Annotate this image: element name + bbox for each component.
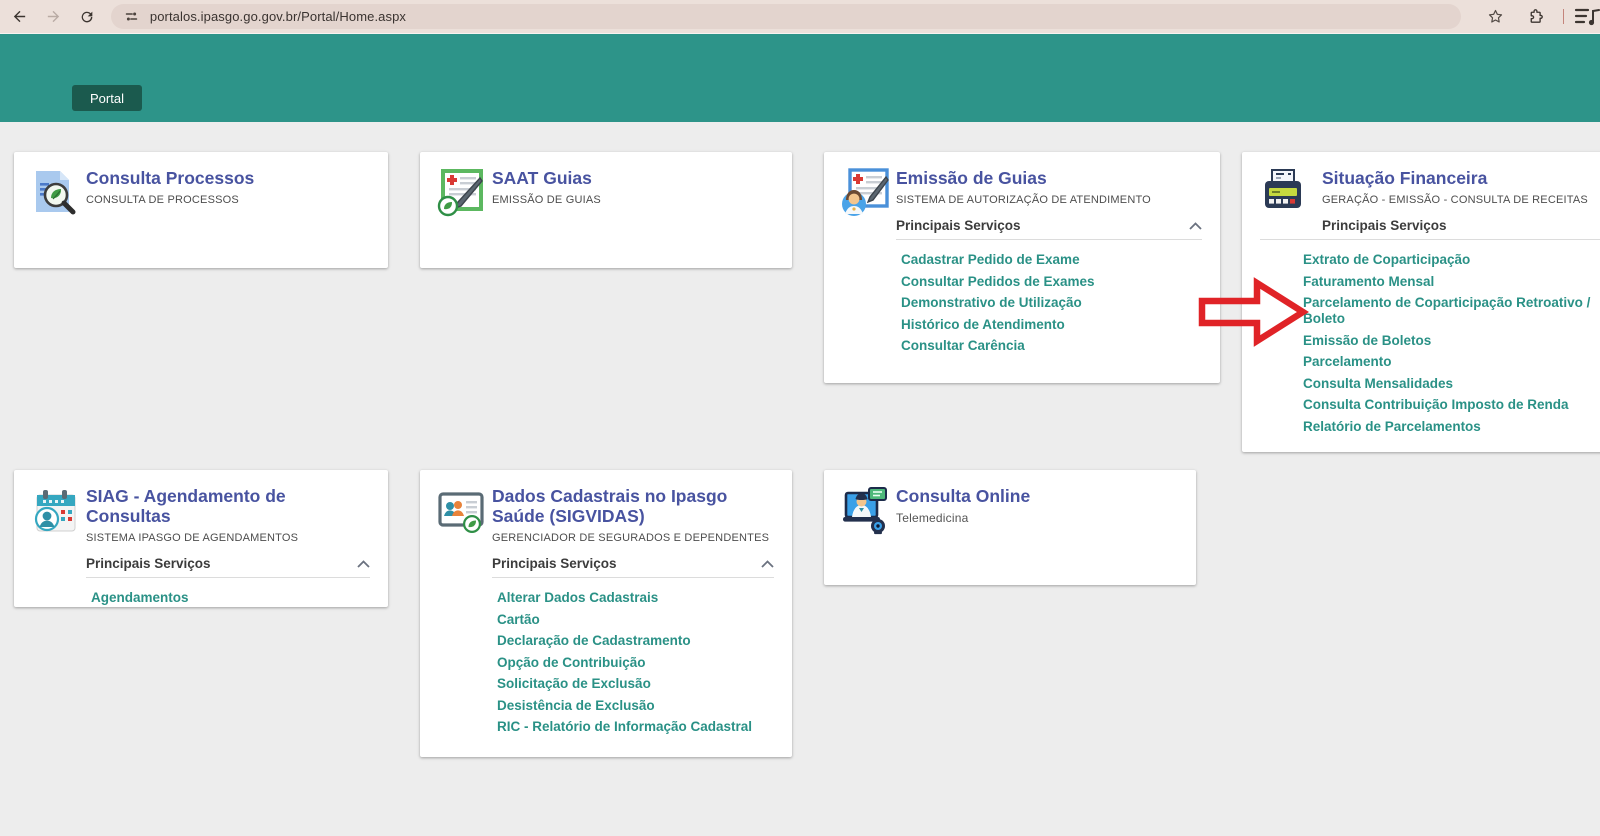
service-link[interactable]: RIC - Relatório de Informação Cadastral — [497, 719, 774, 735]
services-toggle[interactable]: Principais Serviços — [1322, 218, 1600, 233]
services-divider — [492, 577, 774, 578]
service-link[interactable]: Consultar Pedidos de Exames — [901, 274, 1202, 290]
extensions-puzzle-icon[interactable] — [1521, 3, 1549, 31]
reload-icon[interactable] — [73, 3, 101, 31]
bookmark-star-icon[interactable] — [1481, 3, 1509, 31]
card-subtitle: GERAÇÃO - EMISSÃO - CONSULTA DE RECEITAS — [1322, 194, 1600, 206]
card-subtitle: CONSULTA DE PROCESSOS — [86, 194, 370, 206]
list-music-icon[interactable] — [1574, 3, 1600, 31]
card-title: Consulta Processos — [86, 168, 370, 188]
clipboard-pen-icon — [436, 168, 486, 218]
card-emissao-de-guias: Emissão de Guias SISTEMA DE AUTORIZAÇÃO … — [824, 152, 1220, 383]
card-saat-guias: SAAT Guias EMISSÃO DE GUIAS — [420, 152, 792, 268]
card-title: Emissão de Guias — [896, 168, 1202, 188]
card-title: Situação Financeira — [1322, 168, 1600, 188]
card-title: Dados Cadastrais no Ipasgo Saúde (SIGVID… — [492, 486, 774, 526]
card-subtitle: SISTEMA IPASGO DE AGENDAMENTOS — [86, 532, 370, 544]
card-consulta-online: Consulta Online Telemedicina — [824, 470, 1196, 585]
card-situacao-financeira: Situação Financeira GERAÇÃO - EMISSÃO - … — [1242, 152, 1600, 452]
toolbar-divider — [1563, 9, 1564, 24]
service-link[interactable]: Consulta Contribuição Imposto de Renda — [1303, 397, 1600, 413]
back-icon[interactable] — [6, 3, 34, 31]
services-label: Principais Serviços — [492, 556, 617, 571]
services-toggle[interactable]: Principais Serviços — [896, 218, 1202, 233]
card-subtitle: SISTEMA DE AUTORIZAÇÃO DE ATENDIMENTO — [896, 194, 1202, 206]
receipt-printer-icon — [1258, 168, 1308, 218]
services-list: Agendamentos — [91, 590, 370, 606]
service-link[interactable]: Desistência de Exclusão — [497, 698, 774, 714]
service-link[interactable]: Histórico de Atendimento — [901, 317, 1202, 333]
chevron-up-icon[interactable] — [357, 555, 370, 573]
service-link[interactable]: Consulta Mensalidades — [1303, 376, 1600, 392]
card-subtitle: Telemedicina — [896, 512, 1178, 524]
calendar-person-icon — [30, 486, 80, 536]
services-label: Principais Serviços — [86, 556, 211, 571]
chevron-up-icon[interactable] — [1189, 217, 1202, 235]
services-toggle[interactable]: Principais Serviços — [86, 556, 370, 571]
card-dados-cadastrais: Dados Cadastrais no Ipasgo Saúde (SIGVID… — [420, 470, 792, 757]
card-subtitle: EMISSÃO DE GUIAS — [492, 194, 774, 206]
browser-toolbar: portalos.ipasgo.go.gov.br/Portal/Home.as… — [0, 0, 1600, 33]
service-link[interactable]: Extrato de Coparticipação — [1303, 252, 1600, 268]
address-bar[interactable]: portalos.ipasgo.go.gov.br/Portal/Home.as… — [111, 4, 1461, 29]
service-link[interactable]: Opção de Contribuição — [497, 655, 774, 671]
card-siag-agendamento: SIAG - Agendamento de Consultas SISTEMA … — [14, 470, 388, 607]
services-toggle[interactable]: Principais Serviços — [492, 556, 774, 571]
service-link[interactable]: Parcelamento — [1303, 354, 1600, 370]
services-divider — [86, 577, 370, 578]
card-title: SIAG - Agendamento de Consultas — [86, 486, 370, 526]
services-label: Principais Serviços — [896, 218, 1021, 233]
service-link[interactable]: Alterar Dados Cadastrais — [497, 590, 774, 606]
services-list: Cadastrar Pedido de Exame Consultar Pedid… — [901, 252, 1202, 354]
service-link[interactable]: Cadastrar Pedido de Exame — [901, 252, 1202, 268]
service-link[interactable]: Parcelamento de Coparticipação Retroativ… — [1303, 295, 1600, 327]
nurse-clipboard-icon — [840, 168, 890, 218]
services-list: Extrato de Coparticipação Faturamento Men… — [1303, 252, 1600, 435]
url-text[interactable]: portalos.ipasgo.go.gov.br/Portal/Home.as… — [150, 9, 406, 24]
card-title: SAAT Guias — [492, 168, 774, 188]
page-header-band: Portal — [0, 33, 1600, 122]
services-divider — [1260, 239, 1600, 240]
service-link[interactable]: Relatório de Parcelamentos — [1303, 419, 1600, 435]
site-settings-icon[interactable] — [123, 8, 141, 26]
card-consulta-processos: Consulta Processos CONSULTA DE PROCESSOS — [14, 152, 388, 268]
service-link[interactable]: Demonstrativo de Utilização — [901, 295, 1202, 311]
service-link[interactable]: Consultar Carência — [901, 338, 1202, 354]
services-list: Alterar Dados Cadastrais Cartão Declaração… — [497, 590, 774, 735]
card-title: Consulta Online — [896, 486, 1178, 506]
telemedicine-laptop-icon — [840, 486, 890, 536]
service-link[interactable]: Agendamentos — [91, 590, 370, 606]
document-magnifier-icon — [30, 168, 80, 218]
id-card-icon — [436, 486, 486, 536]
services-label: Principais Serviços — [1322, 218, 1447, 233]
forward-icon[interactable] — [40, 3, 68, 31]
service-link[interactable]: Cartão — [497, 612, 774, 628]
chevron-up-icon[interactable] — [761, 555, 774, 573]
tab-portal[interactable]: Portal — [72, 85, 142, 111]
service-link[interactable]: Declaração de Cadastramento — [497, 633, 774, 649]
service-link[interactable]: Emissão de Boletos — [1303, 333, 1600, 349]
service-link[interactable]: Faturamento Mensal — [1303, 274, 1600, 290]
services-divider — [896, 239, 1202, 240]
card-subtitle: GERENCIADOR DE SEGURADOS E DEPENDENTES — [492, 532, 774, 544]
service-link[interactable]: Solicitação de Exclusão — [497, 676, 774, 692]
